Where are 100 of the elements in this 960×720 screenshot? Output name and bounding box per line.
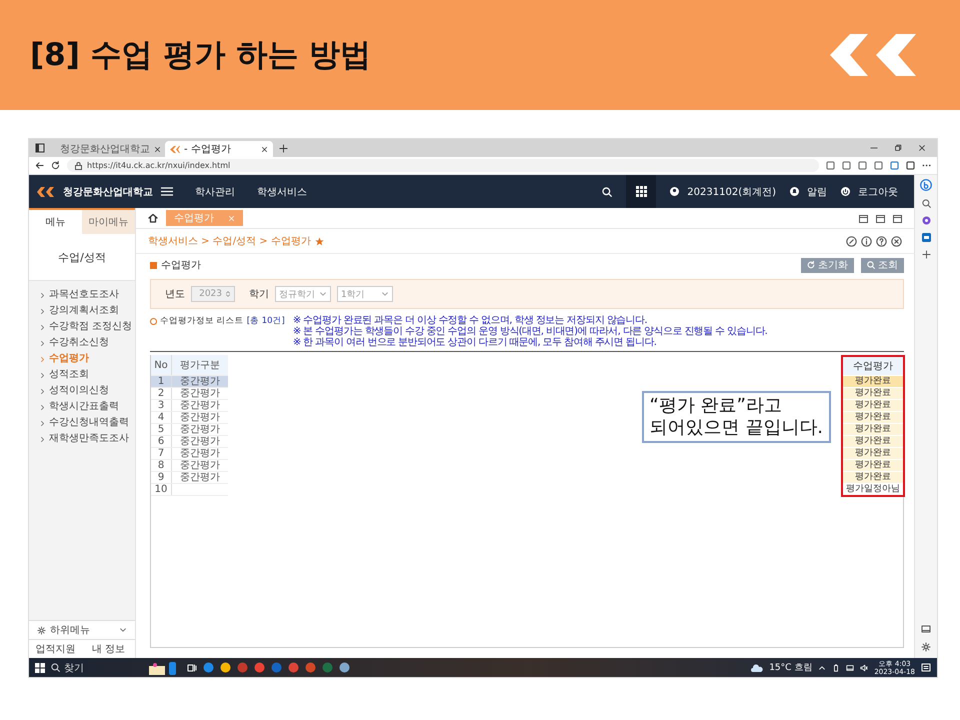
breadcrumb: 학생서비스 > 수업/성적 > 수업평가 xyxy=(148,235,311,248)
sidebar-tab[interactable]: 마이메뉴 xyxy=(82,210,135,234)
grid-icon xyxy=(636,186,647,197)
sidebar-item[interactable]: 성적이의신청 xyxy=(49,385,109,397)
monitor-icon[interactable] xyxy=(846,664,854,672)
close-icon[interactable] xyxy=(154,146,161,152)
user-id[interactable]: 20231102(회계전) xyxy=(687,184,776,198)
sidebar-item[interactable]: 수강신청내역출력 xyxy=(49,417,129,429)
refresh-icon xyxy=(807,261,815,269)
sidebar-item[interactable]: 수강학점 조정신청 xyxy=(49,321,132,333)
chevron-down-icon xyxy=(119,626,127,634)
sidebar-item[interactable]: 과목선호도조사 xyxy=(49,289,119,301)
chevron-icon xyxy=(39,404,46,410)
footer-link[interactable]: 업적지원 xyxy=(29,640,82,658)
refresh-icon[interactable] xyxy=(51,161,60,170)
app-icon[interactable] xyxy=(339,662,350,673)
circle-action-icon[interactable] xyxy=(846,236,857,246)
chat-icon[interactable] xyxy=(920,179,932,191)
table-cell: 7 xyxy=(151,448,172,459)
chevron-icon xyxy=(39,388,46,394)
settings-icon[interactable] xyxy=(921,642,931,652)
table-cell-text: 중간평가 xyxy=(179,388,221,399)
menu-icon[interactable] xyxy=(161,187,173,196)
circle-action-icon[interactable] xyxy=(891,236,902,246)
browser-tab[interactable]: 청강문화산업대학교 xyxy=(51,141,159,157)
table-cell: 8 xyxy=(151,460,172,471)
sidebar-item[interactable]: 강의계획서조회 xyxy=(49,305,119,317)
chevron-icon xyxy=(39,356,46,362)
sidebar-item[interactable]: 재학생만족도조사 xyxy=(49,433,129,445)
sidebar-tab[interactable]: 메뉴 xyxy=(29,210,82,234)
battery-icon[interactable] xyxy=(832,664,840,672)
round-app-icon[interactable] xyxy=(922,216,930,225)
sidebar-item[interactable]: 학생시간표출력 xyxy=(49,401,119,413)
panel-icon[interactable] xyxy=(921,624,931,634)
footer-link[interactable]: 내 정보 xyxy=(82,640,135,658)
sidebar-item[interactable]: 성적조회 xyxy=(49,369,89,381)
apps-grid-button[interactable] xyxy=(626,175,656,208)
window-icon[interactable] xyxy=(893,214,902,222)
table-cell: 9 xyxy=(151,472,172,483)
search-icon[interactable] xyxy=(922,199,930,208)
chevron-down-icon xyxy=(319,290,327,298)
list-count: [총 10건] xyxy=(246,315,285,327)
table-cell: 1 xyxy=(151,376,172,387)
caret-up-icon[interactable] xyxy=(818,664,826,672)
sidebar-item[interactable]: 수강취소신청 xyxy=(49,337,109,349)
circle-action-icon[interactable] xyxy=(876,236,887,246)
search-icon xyxy=(51,663,60,672)
chevron-icon xyxy=(39,372,46,378)
new-tab-icon[interactable] xyxy=(279,144,288,152)
status-cell: 평가완료 xyxy=(843,375,903,387)
spinner-arrows-icon xyxy=(224,290,232,298)
browser-tab[interactable]: - 수업평가 xyxy=(165,141,273,157)
status-cell: 평가완료 xyxy=(843,423,903,435)
section-icon xyxy=(150,262,157,268)
notification-icon[interactable] xyxy=(921,662,931,672)
notice-text: ※ 수업평가 완료된 과목은 더 이상 수정할 수 없으며, 학생 정보는 저장되지 않습니다. xyxy=(292,315,648,326)
window-icon[interactable] xyxy=(876,214,885,222)
site-icon xyxy=(170,146,180,152)
task-view-icon[interactable] xyxy=(187,662,197,672)
app-icon[interactable] xyxy=(203,662,214,673)
windows-start-icon[interactable] xyxy=(35,662,45,672)
restore-icon[interactable] xyxy=(894,144,902,152)
app-icon[interactable] xyxy=(220,662,231,673)
mail-app-icon[interactable] xyxy=(922,233,930,242)
status-cell: 평가완료 xyxy=(843,387,903,399)
circle-action-icon[interactable] xyxy=(861,236,872,246)
logout-link[interactable]: 로그아웃 xyxy=(858,184,898,198)
brand-logo-icon xyxy=(37,186,55,196)
brand-name: 청강문화산업대학교 xyxy=(63,186,153,198)
list-title: 수업평가정보 리스트 xyxy=(160,315,244,327)
nav-menu-item[interactable]: 학사관리 xyxy=(195,184,235,198)
sidebar-heading: 수업/성적 xyxy=(29,234,135,281)
window-icon[interactable] xyxy=(859,214,868,222)
app-icon[interactable] xyxy=(254,662,265,673)
address-field[interactable]: https://it4u.ck.ac.kr/nxui/index.html xyxy=(67,159,819,172)
speaker-icon[interactable] xyxy=(860,664,868,672)
status-cell: 평가완료 xyxy=(843,471,903,483)
callout-text: 되어있으면 끝입니다. xyxy=(650,417,823,439)
table-cell-text: 중간평가 xyxy=(179,376,221,387)
star-icon[interactable] xyxy=(314,236,324,246)
notice-text: ※ 한 과목이 여러 번으로 분반되어도 상관이 다르기 때문에, 모두 참여해 주시면 됩니다. xyxy=(292,337,658,348)
close-icon[interactable] xyxy=(918,144,926,152)
table-cell-text: 중간평가 xyxy=(179,448,221,459)
column-header: No xyxy=(151,355,172,375)
nav-menu-item[interactable]: 학생서비스 xyxy=(257,184,307,198)
column-header: 수업평가 xyxy=(843,357,903,375)
status-cell: 평가완료 xyxy=(843,411,903,423)
app-icon[interactable] xyxy=(288,662,299,673)
weather-text[interactable]: 15°C 흐림 xyxy=(769,661,812,674)
submenu-dropdown[interactable]: 하위메뉴 xyxy=(29,620,135,640)
close-icon[interactable] xyxy=(261,146,268,152)
user-icon xyxy=(670,187,680,196)
tab-actions-icon[interactable] xyxy=(35,143,45,153)
home-icon[interactable] xyxy=(148,213,158,223)
taskbar-search[interactable]: 찾기 xyxy=(51,660,141,674)
add-icon[interactable] xyxy=(922,250,930,259)
back-icon[interactable] xyxy=(35,161,44,170)
cloud-icon xyxy=(751,664,764,672)
term-label: 학기 xyxy=(249,288,269,301)
alert-link[interactable]: 알림 xyxy=(807,184,827,198)
